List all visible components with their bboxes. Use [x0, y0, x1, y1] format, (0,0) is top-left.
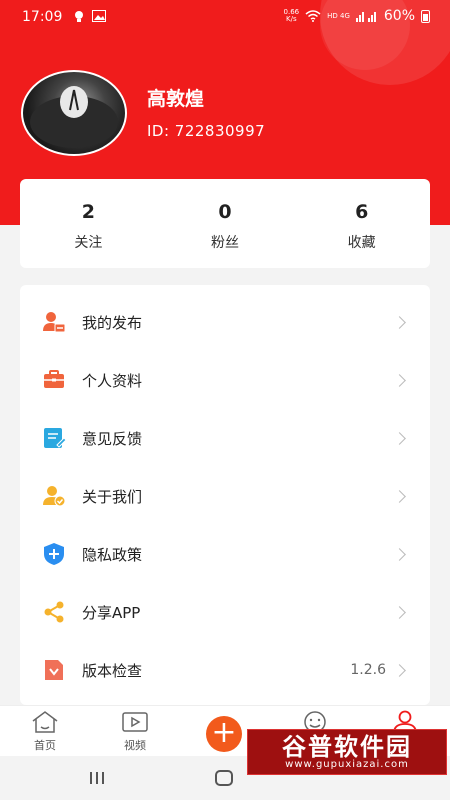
- version-doc-icon: [42, 658, 66, 682]
- menu-item-label: 隐私政策: [82, 545, 143, 564]
- toolbox-icon: [42, 368, 66, 392]
- video-icon: [122, 712, 148, 732]
- menu-item-label: 分享APP: [82, 603, 141, 622]
- chevron-right-icon: [393, 663, 406, 677]
- menu-item-feedback[interactable]: 意见反馈: [20, 409, 430, 467]
- watermark-logo: 谷普软件园 www.gupuxiazai.com: [247, 729, 447, 775]
- shield-plus-icon: [42, 542, 66, 566]
- home-icon: [32, 711, 58, 733]
- signal-icon: [355, 12, 376, 22]
- menu-item-profile[interactable]: 个人资料: [20, 351, 430, 409]
- stat-label: 收藏: [347, 235, 376, 251]
- watermark-title: 谷普软件园: [282, 732, 412, 761]
- tab-label: 首页: [34, 739, 56, 752]
- notification-bulb-icon: [75, 11, 83, 22]
- menu-item-label: 关于我们: [82, 487, 143, 506]
- stat-value: 6: [355, 201, 369, 223]
- menu-list: 我的发布 个人资料 意见反馈 关于我们 隐私政策 分享APP 版本检查 1.2.…: [20, 285, 430, 705]
- user-check-icon: [42, 484, 66, 508]
- avatar[interactable]: [21, 70, 127, 156]
- gallery-icon: [92, 10, 106, 22]
- stat-followers[interactable]: 0 粉丝: [157, 179, 294, 268]
- avatar-image: [30, 86, 118, 148]
- tab-home[interactable]: 首页: [0, 706, 90, 757]
- menu-item-label: 个人资料: [82, 371, 143, 390]
- add-post-button[interactable]: +: [206, 716, 242, 752]
- chevron-right-icon: [393, 605, 406, 619]
- menu-item-version-check[interactable]: 版本检查 1.2.6: [20, 641, 430, 699]
- chevron-right-icon: [393, 547, 406, 561]
- share-icon: [42, 600, 66, 624]
- status-bar: 17:09 0.66 K/s HD 4G 60%: [0, 0, 450, 34]
- battery-icon: [421, 9, 430, 23]
- menu-item-my-posts[interactable]: 我的发布: [20, 293, 430, 351]
- tab-label: 视频: [124, 739, 146, 752]
- wifi-icon: [305, 10, 321, 22]
- feedback-edit-icon: [42, 426, 66, 450]
- tab-video[interactable]: 视频: [90, 706, 180, 757]
- menu-item-privacy[interactable]: 隐私政策: [20, 525, 430, 583]
- chevron-right-icon: [393, 489, 406, 503]
- recent-apps-button[interactable]: [90, 772, 104, 784]
- stats-card: 2 关注 0 粉丝 6 收藏: [20, 179, 430, 268]
- watermark-url: www.gupuxiazai.com: [285, 758, 409, 770]
- menu-item-label: 意见反馈: [82, 429, 143, 448]
- menu-item-label: 版本检查: [82, 661, 143, 680]
- network-type: HD 4G: [327, 12, 350, 20]
- chevron-right-icon: [393, 431, 406, 445]
- menu-item-about[interactable]: 关于我们: [20, 467, 430, 525]
- home-button[interactable]: [215, 770, 233, 786]
- stat-label: 粉丝: [211, 235, 239, 251]
- version-number: 1.2.6: [350, 662, 386, 678]
- network-speed: 0.66 K/s: [283, 8, 300, 23]
- username: 高敦煌: [147, 88, 205, 110]
- menu-item-share[interactable]: 分享APP: [20, 583, 430, 641]
- battery-percent: 60%: [383, 8, 415, 24]
- stat-value: 2: [81, 201, 95, 223]
- stat-following[interactable]: 2 关注: [20, 179, 157, 268]
- stat-value: 0: [218, 201, 232, 223]
- stat-favorites[interactable]: 6 收藏: [293, 179, 430, 268]
- status-time: 17:09: [22, 9, 63, 25]
- stat-label: 关注: [74, 235, 103, 251]
- chevron-right-icon: [393, 315, 406, 329]
- user-post-icon: [42, 310, 66, 334]
- user-id: ID: 722830997: [147, 122, 266, 140]
- chevron-right-icon: [393, 373, 406, 387]
- menu-item-label: 我的发布: [82, 313, 143, 332]
